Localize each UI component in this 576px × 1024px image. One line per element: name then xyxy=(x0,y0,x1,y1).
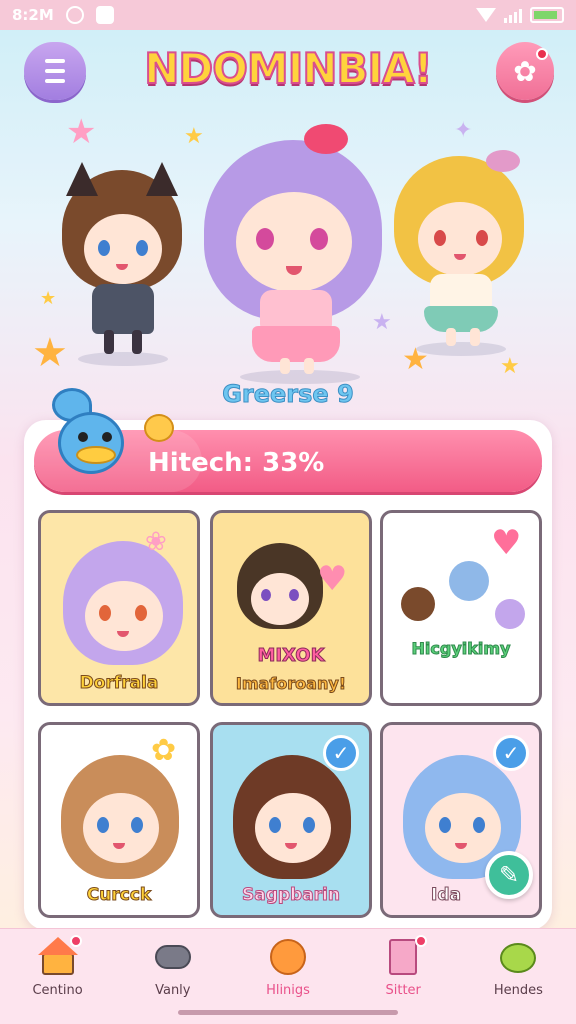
signal-icon xyxy=(504,7,522,23)
card-title: MIXOK xyxy=(257,645,325,667)
character-card[interactable]: ✿ Curcck xyxy=(38,722,200,918)
card-label: Imaforoany! xyxy=(235,674,347,694)
status-bar: 8:2M xyxy=(0,0,576,30)
home-indicator[interactable] xyxy=(178,1010,398,1015)
card-label: Hicgyikimy xyxy=(411,639,511,659)
hamburger-icon xyxy=(45,59,65,63)
mascot-icon xyxy=(48,388,138,484)
chick-icon xyxy=(144,414,174,442)
character-card[interactable]: ♥ Hicgyikimy xyxy=(380,510,542,706)
nav-label: Centino xyxy=(32,983,83,998)
nav-label: Hlinigs xyxy=(266,983,310,998)
character-card[interactable]: ♥ MIXOK Imaforoany! xyxy=(210,510,372,706)
star-icon: ✦ xyxy=(454,118,473,143)
character-card[interactable]: ✓ ✎ Ida xyxy=(380,722,542,918)
check-icon[interactable]: ✓ xyxy=(493,735,529,771)
star-icon: ★ xyxy=(66,112,97,152)
home-icon xyxy=(37,935,82,977)
card-label: Sagpbarin xyxy=(241,885,340,906)
notification-dot xyxy=(536,48,548,60)
nav-item-hendes[interactable]: Hendes xyxy=(461,929,576,1024)
character-card[interactable]: ✓ Sagpbarin xyxy=(210,722,372,918)
status-time: 8:2M xyxy=(12,6,54,24)
wifi-icon xyxy=(476,8,496,22)
app-notification-icon xyxy=(95,6,114,24)
heart-icon: ♥ xyxy=(491,523,522,563)
star-icon: ★ xyxy=(40,288,57,309)
menu-button[interactable] xyxy=(24,42,86,100)
nav-label: Hendes xyxy=(493,983,543,998)
settings-button[interactable]: ✿ xyxy=(496,42,554,100)
smiley-icon xyxy=(268,937,308,977)
list-icon xyxy=(383,935,428,977)
flower-icon: ✿ xyxy=(151,733,177,768)
card-label: Ida xyxy=(431,885,462,906)
character-left xyxy=(56,160,186,370)
bow-icon: ❀ xyxy=(145,527,167,557)
battery-icon xyxy=(530,7,564,23)
hero-label: Greerse 9 xyxy=(222,380,355,409)
nav-label: Vanly xyxy=(155,983,191,998)
nav-label: Sitter xyxy=(385,983,421,998)
character-center xyxy=(200,120,390,390)
progress-label: Hitech: 33% xyxy=(148,448,325,478)
app-title: NDOMINBIA! xyxy=(143,43,434,94)
notification-icon xyxy=(65,6,84,24)
hero-characters: ★ ★ ✦ ★ ★ ★ ★ ★ xyxy=(0,110,576,420)
character-right xyxy=(390,150,530,360)
gamepad-icon xyxy=(153,937,193,977)
check-icon[interactable]: ✓ xyxy=(323,735,359,771)
nav-item-home[interactable]: Centino xyxy=(0,929,115,1024)
character-card[interactable]: ❀ Dorfrala xyxy=(38,510,200,706)
gear-icon: ✿ xyxy=(513,54,537,88)
frog-icon xyxy=(498,937,538,977)
card-label: Dorfrala xyxy=(79,673,159,694)
heart-icon: ♥ xyxy=(317,559,348,599)
card-label: Curcck xyxy=(86,885,152,906)
